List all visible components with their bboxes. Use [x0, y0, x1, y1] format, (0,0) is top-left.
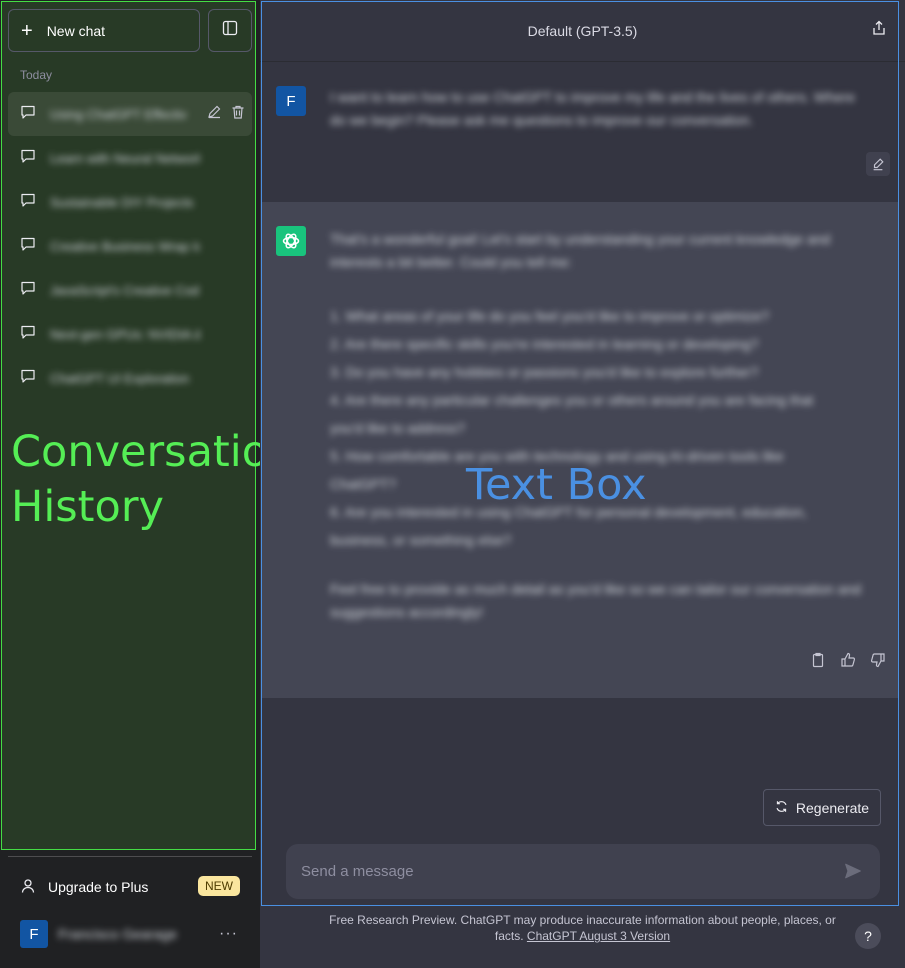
text-box-annotation: Text Box	[466, 460, 647, 510]
refresh-icon	[775, 800, 788, 816]
sidebar: + New chat Today Using ChatGPT Effectiv …	[0, 0, 295, 968]
thumbs-up-icon[interactable]	[840, 652, 856, 673]
list-item: 1. What areas of your life do you feel y…	[330, 308, 770, 324]
history-item[interactable]: Next-gen GPUs: NVIDIA & AMD	[8, 312, 252, 356]
history-item-actions	[206, 104, 246, 125]
assistant-outro-text: Feel free to provide as much detail as y…	[330, 581, 862, 620]
message-input[interactable]	[286, 844, 826, 899]
copy-icon[interactable]	[810, 652, 826, 673]
more-options-icon[interactable]: ···	[219, 925, 238, 943]
regenerate-button[interactable]: Regenerate	[763, 789, 881, 826]
assistant-question-list: 1. What areas of your life do you feel y…	[330, 302, 870, 554]
user-message: F I want to learn how to use ChatGPT to …	[262, 62, 898, 202]
list-item: 4. Are there any particular challenges y…	[330, 392, 814, 408]
upgrade-label: Upgrade to Plus	[48, 879, 149, 895]
chat-bubble-icon	[20, 280, 36, 301]
user-avatar: F	[276, 86, 306, 116]
history-item-title: JavaScript's Creative Coding	[50, 282, 200, 298]
sidebar-divider	[8, 856, 252, 857]
message-actions	[810, 652, 886, 673]
upgrade-to-plus-button[interactable]: Upgrade to Plus NEW	[8, 866, 252, 908]
history-item-title: Learn with Neural Networks	[50, 150, 200, 166]
assistant-message: That's a wonderful goal! Let's start by …	[262, 202, 898, 698]
edit-icon[interactable]	[206, 104, 222, 125]
chat-bubble-icon	[20, 236, 36, 257]
send-icon[interactable]	[844, 862, 862, 885]
annotation-line: Conversation	[11, 427, 296, 477]
user-name: Francisco Gearage	[58, 926, 178, 942]
top-bar: Default (GPT-3.5)	[260, 0, 905, 62]
history-item[interactable]: Sustainable DIY Projects	[8, 180, 252, 224]
user-icon	[20, 878, 36, 897]
history-item[interactable]: ChatGPT UI Exploration	[8, 356, 252, 400]
conversation-history-annotation: Conversation History	[11, 425, 295, 535]
trash-icon[interactable]	[230, 104, 246, 125]
version-link[interactable]: ChatGPT August 3 Version	[527, 929, 670, 943]
history-item[interactable]: Creative Business Wrap Ideas	[8, 224, 252, 268]
chat-bubble-icon	[20, 368, 36, 389]
model-title[interactable]: Default (GPT-3.5)	[528, 23, 638, 39]
conversation-history-list: Using ChatGPT Effectiv Learn with Neural…	[8, 92, 252, 400]
new-chat-label: New chat	[46, 22, 106, 39]
history-item[interactable]: JavaScript's Creative Coding	[8, 268, 252, 312]
annotation-line: History	[11, 482, 164, 532]
chat-bubble-icon	[20, 148, 36, 169]
help-button[interactable]: ?	[855, 923, 881, 949]
chat-bubble-icon	[20, 104, 36, 125]
history-item-title: Creative Business Wrap Ideas	[50, 238, 200, 254]
assistant-intro-text: That's a wonderful goal! Let's start by …	[330, 231, 831, 270]
section-label-today: Today	[20, 68, 53, 82]
openai-logo-icon	[276, 226, 306, 256]
list-item: 2. Are there specific skills you're inte…	[330, 336, 759, 352]
message-composer	[286, 844, 880, 899]
history-item-title: Using ChatGPT Effectiv	[50, 106, 187, 122]
history-item-title: Sustainable DIY Projects	[50, 194, 194, 210]
history-item[interactable]: Learn with Neural Networks	[8, 136, 252, 180]
regenerate-label: Regenerate	[795, 799, 870, 816]
history-item[interactable]: Using ChatGPT Effectiv	[8, 92, 252, 136]
new-badge: NEW	[198, 876, 240, 896]
new-chat-button[interactable]: + New chat	[8, 9, 200, 52]
user-message-text: I want to learn how to use ChatGPT to im…	[330, 89, 855, 128]
footer-disclaimer: Free Research Preview. ChatGPT may produ…	[320, 912, 845, 944]
list-item: you'd like to address?	[330, 420, 465, 436]
user-account-button[interactable]: F Francisco Gearage ···	[8, 912, 252, 956]
history-item-title: Next-gen GPUs: NVIDIA & AMD	[50, 326, 200, 342]
chat-bubble-icon	[20, 324, 36, 345]
toggle-sidebar-button[interactable]	[208, 9, 252, 52]
list-item: 3. Do you have any hobbies or passions y…	[330, 364, 759, 380]
chat-bubble-icon	[20, 192, 36, 213]
edit-message-icon[interactable]	[866, 152, 890, 176]
avatar: F	[20, 920, 48, 948]
history-item-title: ChatGPT UI Exploration	[50, 370, 190, 386]
thumbs-down-icon[interactable]	[870, 652, 886, 673]
list-item: business, or something else?	[330, 532, 512, 548]
share-icon[interactable]	[871, 20, 887, 39]
sidebar-toggle-icon	[222, 20, 238, 41]
plus-icon: +	[21, 19, 33, 42]
